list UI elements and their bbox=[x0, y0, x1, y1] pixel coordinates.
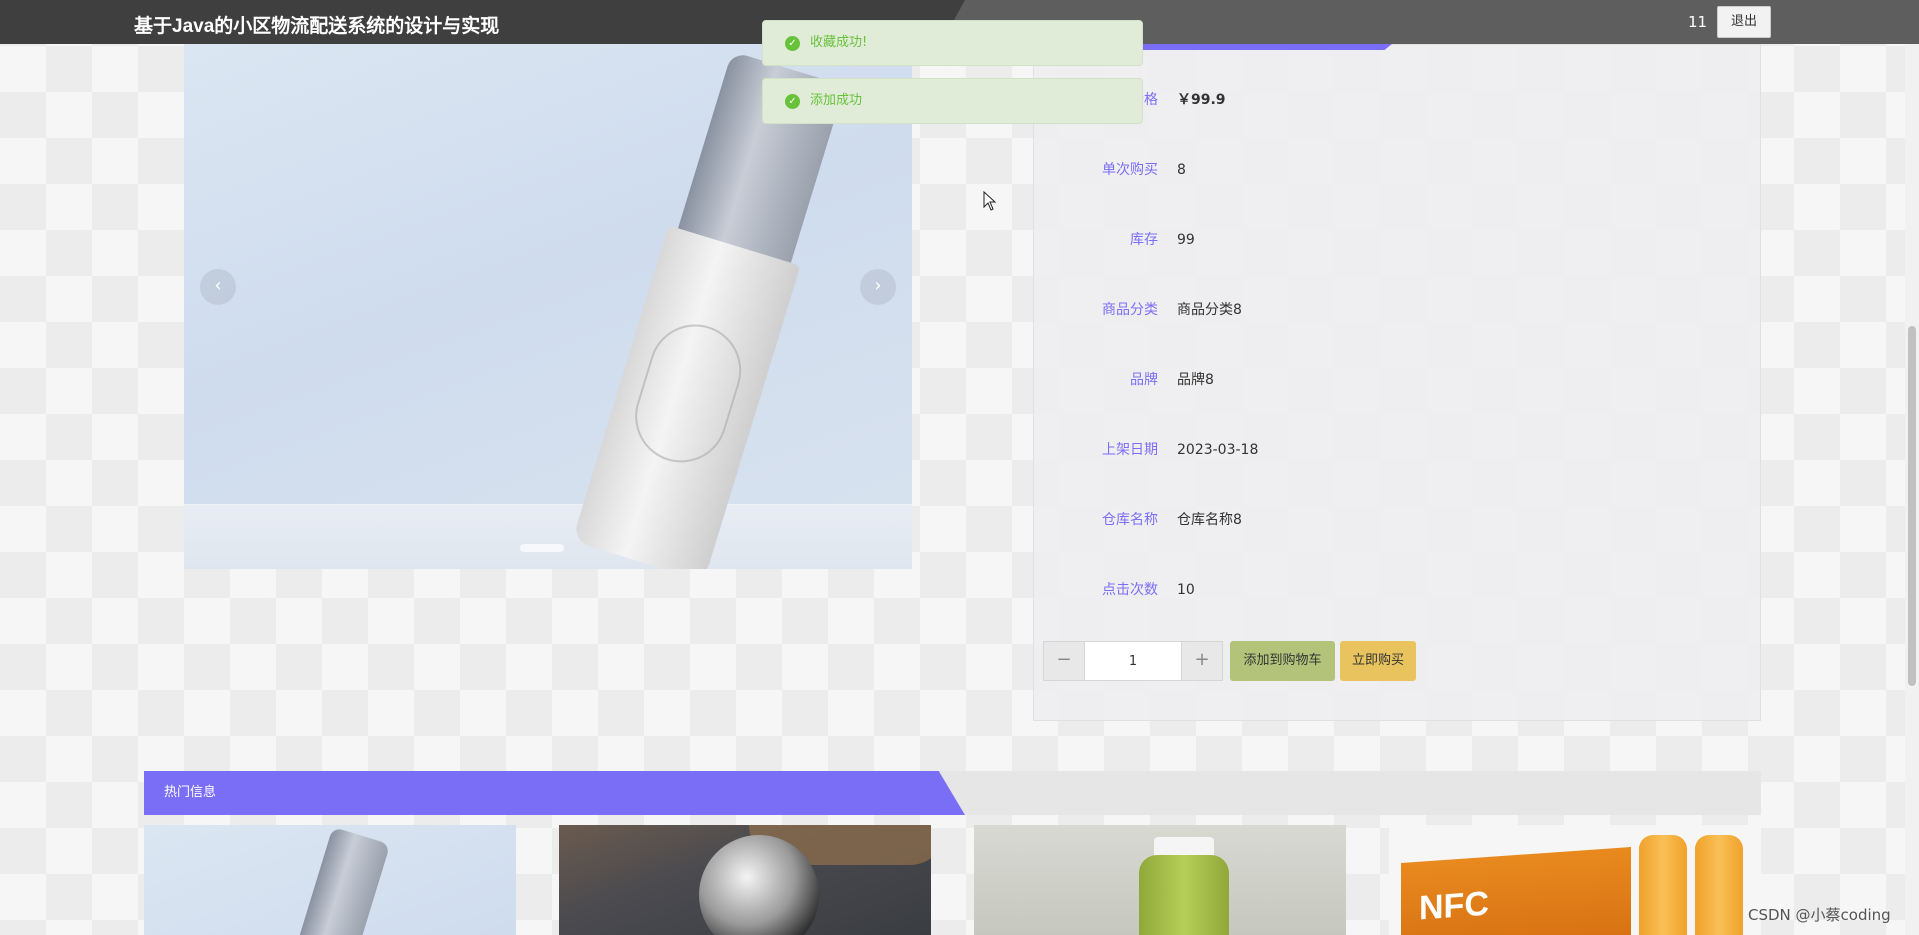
detail-row-warehouse: 仓库名称 仓库名称8 bbox=[1034, 505, 1762, 535]
carousel-prev-button[interactable]: ‹ bbox=[200, 269, 236, 305]
detail-row-stock: 库存 99 bbox=[1034, 225, 1762, 255]
quantity-input[interactable] bbox=[1084, 642, 1182, 680]
quantity-decrease-button[interactable]: − bbox=[1044, 642, 1084, 680]
buy-now-button[interactable]: 立即购买 bbox=[1340, 641, 1416, 681]
hot-item-card[interactable] bbox=[974, 825, 1346, 935]
page-scrollbar[interactable] bbox=[1905, 44, 1919, 935]
scrollbar-thumb[interactable] bbox=[1908, 326, 1916, 686]
detail-row-single-purchase: 单次购买 8 bbox=[1034, 155, 1762, 185]
carousel-indicator[interactable] bbox=[520, 544, 564, 552]
detail-row-category: 商品分类 商品分类8 bbox=[1034, 295, 1762, 325]
toast-message: 收藏成功! bbox=[810, 35, 868, 50]
hot-item-image bbox=[1639, 835, 1687, 935]
hot-item-image-text: NFC bbox=[1419, 884, 1489, 928]
hot-item-card[interactable] bbox=[559, 825, 931, 935]
toast-favorite-success: ✓ 收藏成功! bbox=[762, 20, 1143, 66]
hot-section-title: 热门信息 bbox=[164, 785, 217, 800]
detail-row-price: 价格 ￥99.9 bbox=[1034, 85, 1762, 115]
hot-item-card[interactable] bbox=[144, 825, 516, 935]
product-detail-panel: 价格 ￥99.9 单次购买 8 库存 99 商品分类 商品分类8 品牌 品牌8 … bbox=[1033, 44, 1761, 721]
detail-label: 单次购买 bbox=[1102, 162, 1158, 178]
quantity-increase-button[interactable]: + bbox=[1182, 642, 1222, 680]
detail-label: 点击次数 bbox=[1102, 582, 1158, 598]
detail-label: 上架日期 bbox=[1102, 442, 1158, 458]
site-title: 基于Java的小区物流配送系统的设计与实现 bbox=[134, 16, 500, 37]
detail-value: 8 bbox=[1177, 162, 1186, 178]
detail-value: 2023-03-18 bbox=[1177, 442, 1259, 458]
price-value: ￥99.9 bbox=[1177, 92, 1226, 108]
mouse-cursor-icon bbox=[983, 191, 997, 211]
hot-section-header: 热门信息 bbox=[144, 771, 1761, 815]
watermark-text: CSDN @小蔡coding bbox=[1748, 906, 1891, 924]
detail-value: 品牌8 bbox=[1177, 372, 1214, 388]
detail-label: 仓库名称 bbox=[1102, 512, 1158, 528]
hot-item-card[interactable]: NFC bbox=[1389, 825, 1761, 935]
detail-value: 商品分类8 bbox=[1177, 302, 1242, 318]
hot-item-image bbox=[297, 826, 391, 935]
detail-row-click-count: 点击次数 10 bbox=[1034, 575, 1762, 605]
check-circle-icon: ✓ bbox=[785, 36, 800, 51]
toast-add-success: ✓ 添加成功 bbox=[762, 78, 1143, 124]
hot-item-image bbox=[1695, 835, 1743, 935]
carousel-next-button[interactable]: › bbox=[860, 269, 896, 305]
detail-label: 商品分类 bbox=[1102, 302, 1158, 318]
toast-message: 添加成功 bbox=[810, 93, 863, 108]
detail-row-brand: 品牌 品牌8 bbox=[1034, 365, 1762, 395]
detail-value: 10 bbox=[1177, 582, 1195, 598]
carousel-shelf bbox=[184, 504, 912, 569]
hot-item-image bbox=[1139, 855, 1229, 935]
detail-label: 品牌 bbox=[1130, 372, 1158, 388]
check-circle-icon: ✓ bbox=[785, 94, 800, 109]
user-name[interactable]: 11 bbox=[1688, 13, 1707, 31]
detail-value: 仓库名称8 bbox=[1177, 512, 1242, 528]
add-to-cart-button[interactable]: 添加到购物车 bbox=[1230, 641, 1335, 681]
logout-button[interactable]: 退出 bbox=[1717, 6, 1771, 38]
quantity-stepper: − + bbox=[1043, 641, 1223, 681]
detail-value: 99 bbox=[1177, 232, 1195, 248]
detail-label: 库存 bbox=[1130, 232, 1158, 248]
hot-section-title-bar: 热门信息 bbox=[144, 771, 965, 815]
detail-row-listing-date: 上架日期 2023-03-18 bbox=[1034, 435, 1762, 465]
